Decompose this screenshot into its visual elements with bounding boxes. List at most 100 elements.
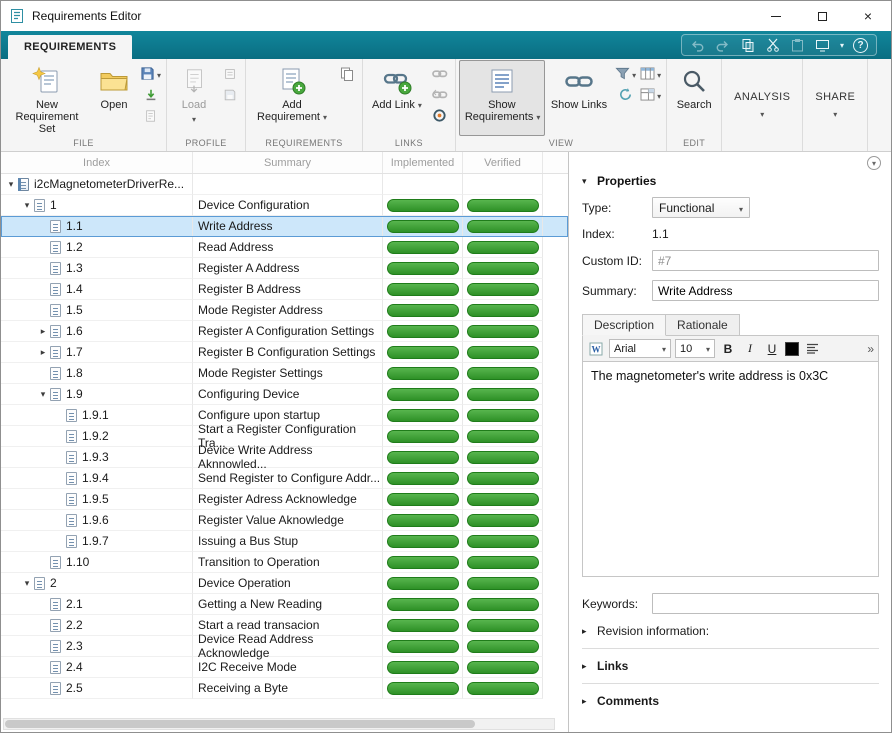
- table-row[interactable]: 1.8Mode Register Settings: [1, 363, 568, 384]
- toolbar-section-requirements: Add Requirement REQUIREMENTS: [246, 59, 363, 151]
- table-row[interactable]: 1.9.3Device Write Address Aknnowled...: [1, 447, 568, 468]
- table-row[interactable]: 1.9.7Issuing a Bus Stup: [1, 531, 568, 552]
- link-backward-icon[interactable]: [430, 86, 450, 103]
- new-requirement-set-button[interactable]: New Requirement Set: [4, 60, 90, 136]
- chevron-down-icon[interactable]: ▾: [840, 41, 844, 50]
- font-family-select[interactable]: Arial: [609, 339, 671, 358]
- tab-requirements[interactable]: REQUIREMENTS: [8, 35, 132, 59]
- table-row[interactable]: 1.1Write Address: [1, 216, 568, 237]
- underline-button[interactable]: U: [763, 339, 781, 358]
- column-header-verified[interactable]: Verified: [463, 152, 543, 173]
- share-dropdown[interactable]: SHARE: [803, 59, 868, 151]
- save-icon[interactable]: [140, 65, 161, 82]
- load-profile-button[interactable]: Load: [170, 60, 218, 136]
- table-row[interactable]: ▾1.9Configuring Device: [1, 384, 568, 405]
- align-button[interactable]: [803, 339, 821, 358]
- scrollbar-thumb[interactable]: [5, 720, 475, 728]
- tab-description[interactable]: Description: [582, 314, 666, 336]
- verified-bar: [467, 472, 539, 485]
- table-row[interactable]: 1.4Register B Address: [1, 279, 568, 300]
- table-row[interactable]: 1.9.4Send Register to Configure Addr...: [1, 468, 568, 489]
- filter-icon[interactable]: [615, 65, 636, 82]
- column-header-implemented[interactable]: Implemented: [383, 152, 463, 173]
- collapse-arrow-icon[interactable]: ▾: [20, 578, 34, 589]
- import-profile-icon[interactable]: [220, 65, 240, 82]
- links-section-header[interactable]: Links: [582, 659, 879, 673]
- collapse-arrow-icon[interactable]: ▾: [20, 200, 34, 211]
- publish-icon[interactable]: [815, 37, 831, 53]
- comments-section-header[interactable]: Comments: [582, 694, 879, 708]
- summary-input[interactable]: [652, 280, 879, 301]
- columns-icon[interactable]: [640, 65, 661, 82]
- table-row[interactable]: ▾2Device Operation: [1, 573, 568, 594]
- help-icon[interactable]: ?: [853, 38, 868, 53]
- expand-arrow-icon[interactable]: ▸: [36, 347, 50, 358]
- keywords-input[interactable]: [652, 593, 879, 614]
- table-row[interactable]: 2.1Getting a New Reading: [1, 594, 568, 615]
- custom-id-input[interactable]: [652, 250, 879, 271]
- requirement-icon: [50, 619, 61, 632]
- font-color-button[interactable]: [785, 342, 799, 356]
- expand-arrow-icon[interactable]: ▸: [36, 326, 50, 337]
- description-text[interactable]: The magnetometer's write address is 0x3C: [582, 362, 879, 577]
- collapse-panel-icon[interactable]: [867, 156, 881, 170]
- maximize-button[interactable]: [799, 1, 845, 31]
- verified-cell: [463, 321, 543, 342]
- add-link-button[interactable]: Add Link: [366, 60, 428, 136]
- table-row[interactable]: 1.3Register A Address: [1, 258, 568, 279]
- redo-icon[interactable]: [715, 37, 731, 53]
- export-icon[interactable]: [140, 107, 161, 124]
- add-requirement-button[interactable]: Add Requirement: [249, 60, 335, 136]
- layout-icon[interactable]: [640, 86, 661, 103]
- column-header-summary[interactable]: Summary: [193, 152, 383, 173]
- table-row[interactable]: 1.9.5Register Adress Acknowledge: [1, 489, 568, 510]
- horizontal-scrollbar[interactable]: [3, 718, 555, 730]
- paste-icon[interactable]: [790, 37, 806, 53]
- cut-icon[interactable]: [765, 37, 781, 53]
- show-links-button[interactable]: Show Links: [545, 60, 613, 136]
- collapse-arrow-icon[interactable]: ▾: [36, 389, 50, 400]
- row-summary: Mode Register Settings: [193, 363, 383, 384]
- table-row[interactable]: ▸1.7Register B Configuration Settings: [1, 342, 568, 363]
- table-row[interactable]: 2.4I2C Receive Mode: [1, 657, 568, 678]
- analysis-dropdown[interactable]: ANALYSIS: [722, 59, 803, 151]
- implemented-bar: [387, 262, 459, 275]
- chevron-down-icon: [192, 111, 196, 125]
- bold-button[interactable]: B: [719, 339, 737, 358]
- collapse-arrow-icon[interactable]: ▾: [4, 179, 18, 190]
- tab-rationale[interactable]: Rationale: [666, 314, 740, 336]
- minimize-button[interactable]: [753, 1, 799, 31]
- undo-icon[interactable]: [690, 37, 706, 53]
- verified-cell: [463, 573, 543, 594]
- table-row[interactable]: ▾1Device Configuration: [1, 195, 568, 216]
- type-select[interactable]: Functional: [652, 197, 750, 218]
- refresh-icon[interactable]: [615, 86, 636, 103]
- rich-text-icon[interactable]: W: [587, 339, 605, 358]
- import-icon[interactable]: [140, 86, 161, 103]
- table-row[interactable]: ▸1.6Register A Configuration Settings: [1, 321, 568, 342]
- open-button[interactable]: Open: [90, 60, 138, 136]
- properties-section-header[interactable]: Properties: [582, 174, 879, 188]
- link-settings-icon[interactable]: [430, 107, 450, 124]
- search-button[interactable]: Search: [670, 60, 718, 136]
- close-button[interactable]: ×: [845, 1, 891, 31]
- row-summary: Register B Address: [193, 279, 383, 300]
- revision-section-header[interactable]: Revision information:: [582, 624, 879, 638]
- copy-requirement-icon[interactable]: [337, 65, 357, 82]
- table-row[interactable]: 2.5Receiving a Byte: [1, 678, 568, 699]
- requirement-icon: [50, 640, 61, 653]
- table-row[interactable]: ▾i2cMagnetometerDriverRe...: [1, 174, 568, 195]
- link-forward-icon[interactable]: [430, 65, 450, 82]
- column-header-index[interactable]: Index: [1, 152, 193, 173]
- toolbar-overflow-icon[interactable]: »: [867, 342, 874, 356]
- save-profile-icon[interactable]: [220, 86, 240, 103]
- italic-button[interactable]: I: [741, 339, 759, 358]
- table-row[interactable]: 2.3Device Read Address Acknowledge: [1, 636, 568, 657]
- copy-icon[interactable]: [740, 37, 756, 53]
- show-requirements-button[interactable]: Show Requirements: [459, 60, 545, 136]
- table-row[interactable]: 1.5Mode Register Address: [1, 300, 568, 321]
- table-row[interactable]: 1.10Transition to Operation: [1, 552, 568, 573]
- table-row[interactable]: 1.9.6Register Value Aknowledge: [1, 510, 568, 531]
- table-row[interactable]: 1.2Read Address: [1, 237, 568, 258]
- font-size-select[interactable]: 10: [675, 339, 715, 358]
